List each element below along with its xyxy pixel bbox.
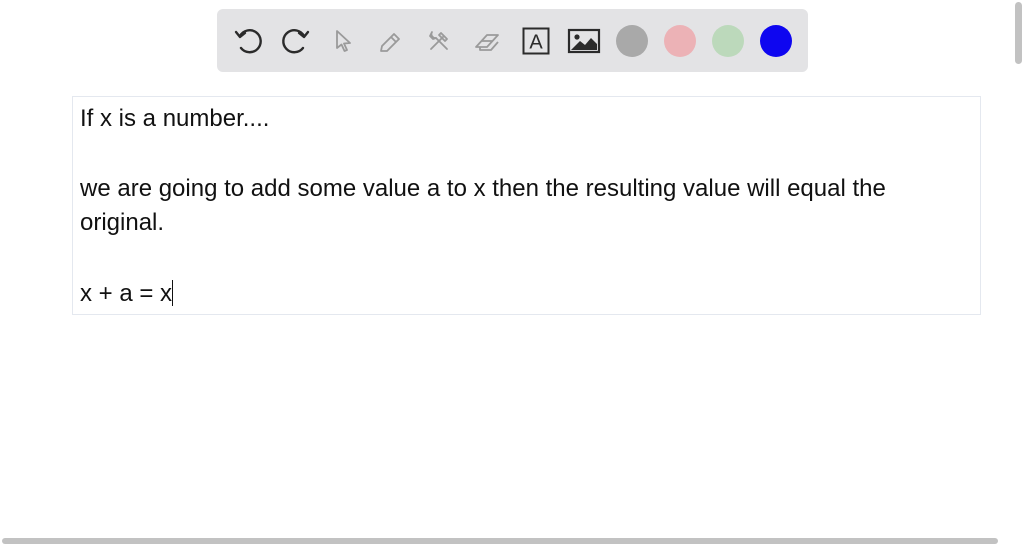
toolbar: A [217,9,808,72]
text-tool-button[interactable]: A [519,24,553,58]
equation-text: x + a = x [80,280,173,307]
text-tool-glyph: A [529,32,543,54]
text-tool-icon: A [522,27,550,55]
redo-icon [282,29,310,54]
undo-button[interactable] [231,24,265,58]
color-swatch-blue[interactable] [760,25,792,57]
image-tool-button[interactable] [567,24,601,58]
vertical-scrollbar[interactable] [1015,2,1022,64]
text-line-3: original. [80,209,165,236]
color-swatch-green[interactable] [712,25,744,57]
redo-button[interactable] [279,24,313,58]
text-line-4: x + a = x [80,277,174,311]
text-box[interactable]: If x is a number.... we are going to add… [72,96,981,315]
text-line-2: we are going to add some value a to x th… [80,175,886,202]
undo-icon [234,29,262,54]
color-swatch-pink[interactable] [664,25,696,57]
pen-icon [380,33,400,52]
eraser-tool-button[interactable] [470,24,504,58]
horizontal-scrollbar[interactable] [2,538,998,544]
pen-tool-button[interactable] [374,24,408,58]
text-line-1: If x is a number.... [80,105,270,132]
tools-button[interactable] [422,24,456,58]
select-pointer-icon [336,30,351,52]
text-caret [172,280,174,306]
image-icon [567,28,601,54]
eraser-icon [475,34,499,51]
select-tool-button[interactable] [327,24,361,58]
whiteboard-canvas[interactable]: A If x is a number.... we are going to a… [0,0,1024,546]
color-swatch-gray[interactable] [616,25,648,57]
tools-icon [429,31,448,50]
